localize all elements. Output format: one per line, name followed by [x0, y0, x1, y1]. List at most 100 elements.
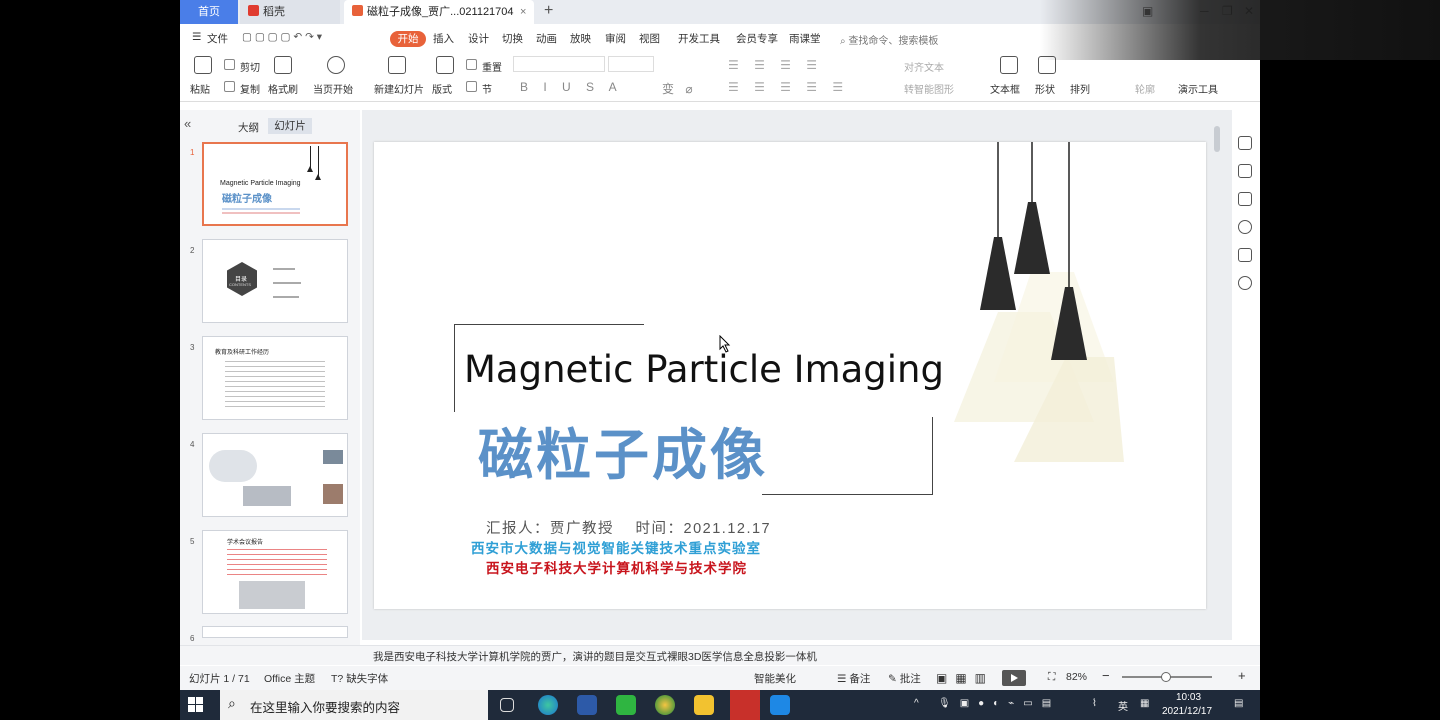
menu-rain-classroom[interactable]: 雨课堂: [789, 31, 821, 46]
play-current-icon[interactable]: [327, 56, 345, 74]
quick-access-icons[interactable]: ▢ ▢ ▢ ▢ ↶ ↷ ▾: [242, 31, 322, 43]
format-painter-icon[interactable]: [274, 56, 292, 74]
wechat-icon[interactable]: [616, 695, 636, 715]
vertical-scrollbar[interactable]: [1212, 120, 1220, 630]
new-tab-icon[interactable]: +: [544, 2, 553, 20]
slide-thumbnail-3[interactable]: 教育及科研工作经历: [202, 336, 348, 420]
zoom-slider[interactable]: [1122, 672, 1212, 682]
command-search[interactable]: ⌕ 查找命令、搜索模板: [840, 32, 938, 47]
reset-button[interactable]: 重置: [482, 59, 502, 74]
font-size-select[interactable]: [608, 56, 654, 72]
input-language[interactable]: 英: [1118, 698, 1128, 713]
theme-name[interactable]: Office 主题: [264, 671, 315, 686]
menu-developer[interactable]: 开发工具: [678, 31, 720, 46]
new-slide-icon[interactable]: [388, 56, 406, 74]
task-view-icon[interactable]: [500, 698, 514, 712]
slide-title-cn[interactable]: 磁粒子成像: [478, 410, 768, 490]
tab-home[interactable]: 首页: [180, 0, 238, 24]
tab-daoke[interactable]: 稻壳: [240, 0, 340, 24]
slide-reporter-line[interactable]: 汇报人：贾广教授 时间：2021.12.17: [486, 517, 771, 538]
menu-slideshow[interactable]: 放映: [570, 31, 591, 46]
align-text-button[interactable]: 对齐文本: [904, 59, 944, 74]
play-from-current-button[interactable]: 当页开始: [313, 81, 353, 96]
section-icon[interactable]: [466, 81, 477, 92]
menu-design[interactable]: 设计: [468, 31, 489, 46]
view-mode-icons[interactable]: ▣▦▥: [936, 671, 994, 685]
copy-button[interactable]: 复制: [240, 81, 260, 96]
app-icon[interactable]: [577, 695, 597, 715]
menu-review[interactable]: 审阅: [605, 31, 626, 46]
cut-icon[interactable]: [224, 59, 235, 70]
slide-thumbnail-6[interactable]: [202, 626, 348, 638]
comment-button[interactable]: ✎ 批注: [888, 671, 921, 686]
backup-icon[interactable]: [1238, 248, 1252, 262]
slide-college-line[interactable]: 西安电子科技大学计算机科学与技术学院: [486, 557, 747, 577]
slide-1[interactable]: Magnetic Particle Imaging 磁粒子成像 汇报人：贾广教授…: [374, 142, 1206, 609]
location-icon[interactable]: [1238, 276, 1252, 290]
notes-text[interactable]: 我是西安电子科技大学计算机学院的贾广，演讲的题目是交互式裸眼3D医学信息全息投影…: [373, 649, 817, 664]
slide-design-icon[interactable]: [1238, 192, 1252, 206]
layout-icon[interactable]: [436, 56, 454, 74]
help-icon[interactable]: [1238, 220, 1252, 234]
menu-start[interactable]: 开始: [390, 31, 426, 47]
tray-icons[interactable]: 🎙▣●◐⌁▭▤: [938, 698, 1060, 709]
shape-button[interactable]: 形状: [1035, 81, 1055, 96]
tab-document[interactable]: 磁粒子成像_贾广...021121704 ×: [344, 0, 534, 24]
close-tab-icon[interactable]: ×: [520, 0, 526, 24]
zoom-level[interactable]: 82%: [1066, 671, 1087, 683]
arrange-button[interactable]: 排列: [1070, 81, 1090, 96]
reset-icon[interactable]: [466, 59, 477, 70]
slide-thumbnail-5[interactable]: 学术会议报告: [202, 530, 348, 614]
scrollbar-thumb[interactable]: [1214, 126, 1220, 152]
slide-thumbnail-1[interactable]: Magnetic Particle Imaging 磁粒子成像: [202, 142, 348, 226]
wps-taskbar-icon[interactable]: [730, 690, 760, 720]
zoom-slider-knob[interactable]: [1161, 672, 1172, 682]
menu-animation[interactable]: 动画: [536, 31, 557, 46]
zoom-in-icon[interactable]: +: [1238, 668, 1246, 683]
notes-pane[interactable]: 我是西安电子科技大学计算机学院的贾广，演讲的题目是交互式裸眼3D医学信息全息投影…: [180, 645, 1260, 665]
fit-window-icon[interactable]: ⛶: [1048, 671, 1055, 684]
text-box-icon[interactable]: [1000, 56, 1018, 74]
char-spacing-icons[interactable]: 变 ⌀: [662, 80, 697, 97]
zoom-out-icon[interactable]: −: [1102, 668, 1110, 683]
chrome-icon[interactable]: [655, 695, 675, 715]
menu-file[interactable]: 文件: [207, 31, 228, 46]
notes-toggle-button[interactable]: ☰ 备注: [837, 671, 870, 686]
paste-icon[interactable]: [194, 56, 212, 74]
paragraph-align-icons[interactable]: ☰ ☰ ☰ ☰ ☰: [728, 80, 849, 94]
menu-insert[interactable]: 插入: [433, 31, 454, 46]
slide-lab-line[interactable]: 西安市大数据与视觉智能关键技术重点实验室: [471, 537, 761, 557]
font-family-select[interactable]: [513, 56, 605, 72]
tray-chevron-icon[interactable]: ^: [914, 698, 919, 709]
layout-button[interactable]: 版式: [432, 81, 452, 96]
section-button[interactable]: 节: [482, 81, 492, 96]
properties-icon[interactable]: [1238, 136, 1252, 150]
menu-hamburger-icon[interactable]: ☰: [192, 31, 201, 43]
slide-thumbnail-2[interactable]: 目录 CONTENTS: [202, 239, 348, 323]
slide-title-en[interactable]: Magnetic Particle Imaging: [464, 348, 944, 391]
taskbar-search[interactable]: ⌕ 在这里输入你要搜索的内容: [220, 690, 488, 720]
collapse-panel-icon[interactable]: «: [184, 116, 191, 131]
tab-outline[interactable]: 大纲: [238, 120, 259, 135]
notification-icon[interactable]: ▤: [1234, 698, 1243, 709]
edge-icon[interactable]: [538, 695, 558, 715]
text-box-button[interactable]: 文本框: [990, 81, 1020, 96]
play-slideshow-button[interactable]: [1002, 670, 1026, 686]
clock-time[interactable]: 10:03: [1176, 692, 1201, 703]
paste-button[interactable]: 粘贴: [190, 81, 210, 96]
ime-icon[interactable]: ▦: [1140, 698, 1149, 709]
slide-thumbnail-4[interactable]: [202, 433, 348, 517]
format-painter-button[interactable]: 格式刷: [268, 81, 298, 96]
copy-icon[interactable]: [224, 81, 235, 92]
smartart-button[interactable]: 转智能图形: [904, 81, 954, 96]
list-icons[interactable]: ☰ ☰ ☰ ☰: [728, 58, 823, 72]
smart-beautify-button[interactable]: 智能美化: [754, 671, 796, 686]
menu-view[interactable]: 视图: [639, 31, 660, 46]
cut-button[interactable]: 剪切: [240, 59, 260, 74]
present-tools-button[interactable]: 演示工具: [1178, 81, 1218, 96]
missing-font-button[interactable]: T? 缺失字体: [331, 671, 388, 686]
menu-transition[interactable]: 切换: [502, 31, 523, 46]
text-format-icons[interactable]: B I U S A: [520, 80, 623, 94]
outline-button[interactable]: 轮廓: [1135, 81, 1155, 96]
network-icon[interactable]: ⌇: [1092, 698, 1097, 709]
